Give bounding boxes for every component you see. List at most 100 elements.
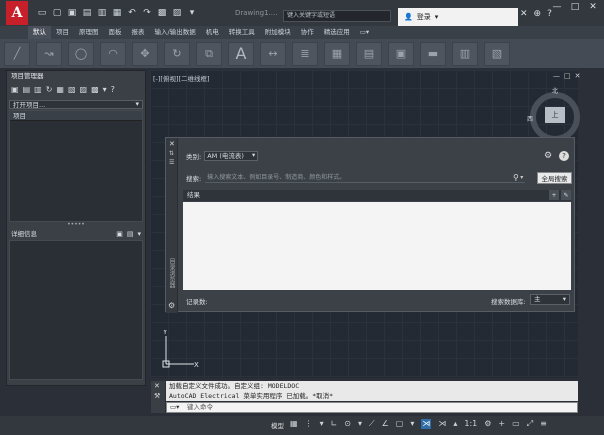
utilities-icon[interactable]: ▬ [420, 41, 446, 66]
tab-featured-apps[interactable]: 精选应用 [319, 26, 355, 39]
ortho-icon[interactable]: ∟ [331, 419, 338, 429]
tab-schematic[interactable]: 原理图 [74, 26, 104, 39]
search-icon[interactable]: ⚲ [513, 173, 519, 182]
results-grid[interactable] [183, 202, 571, 290]
viewcube-top[interactable]: 上 [545, 107, 565, 123]
command-input[interactable]: ▭▾ 键入命令 [166, 402, 578, 413]
tab-more[interactable]: ▭▾ [355, 26, 374, 39]
rotate-icon[interactable]: ↻ [164, 41, 190, 66]
properties-icon[interactable]: ☰ [169, 159, 174, 166]
print-icon[interactable]: ▦ [111, 7, 123, 19]
close-icon[interactable]: ✕ [151, 381, 165, 391]
circle-icon[interactable]: ◯ [68, 41, 94, 66]
clipboard-icon[interactable]: ▥ [452, 41, 478, 66]
search-input[interactable]: 键入关键字或短语 [283, 10, 391, 22]
chevron-down-icon[interactable]: ▾ [358, 419, 362, 429]
more-icon[interactable]: ▾ [186, 7, 198, 19]
viewport-restore-icon[interactable]: □ [564, 72, 571, 80]
save-as-icon[interactable]: ▥ [96, 7, 108, 19]
line-icon[interactable]: ╱ [4, 41, 30, 66]
tab-conversion-tools[interactable]: 转换工具 [224, 26, 260, 39]
isodraft-icon[interactable]: ⟋ [369, 419, 375, 429]
wrench-icon[interactable]: ⚒ [151, 391, 165, 401]
maximize-button[interactable]: □ [566, 0, 584, 14]
gear-icon[interactable]: ⚙ [544, 151, 552, 161]
refresh-icon[interactable]: ↻ [46, 85, 53, 94]
category-select[interactable]: AM (电流表) [204, 151, 259, 161]
annotation-visibility-icon[interactable]: ⋊ [438, 419, 446, 429]
app-logo[interactable]: A [6, 1, 28, 25]
model-tab[interactable]: 模型 [271, 420, 284, 430]
open-project-dropdown[interactable]: 打开项目... [9, 100, 143, 109]
group-icon[interactable]: ▣ [388, 41, 414, 66]
publish-icon[interactable]: ▧ [68, 85, 76, 94]
details-list-icon[interactable]: ▤ [127, 229, 134, 239]
plus-icon[interactable]: + [498, 419, 505, 429]
tab-reports[interactable]: 报表 [127, 26, 150, 39]
menu-icon[interactable]: ▭ [36, 7, 48, 19]
project-properties-icon[interactable]: ▦ [56, 85, 64, 94]
details-thumb-icon[interactable]: ▣ [116, 229, 123, 239]
grid-icon[interactable]: ▦ [290, 419, 298, 429]
open-icon[interactable]: ▣ [66, 7, 78, 19]
help-icon[interactable]: ? [559, 151, 569, 161]
isolate-icon[interactable]: ▭ [512, 419, 520, 429]
project-tree[interactable]: 项目 [9, 110, 143, 222]
new-project-icon[interactable]: ▤ [23, 85, 31, 94]
new-drawing-icon[interactable]: ▥ [34, 85, 42, 94]
properties-icon[interactable]: ▤ [356, 41, 382, 66]
snap-icon[interactable]: ⋮ [305, 419, 313, 429]
edit-icon[interactable]: ✎ [561, 190, 571, 200]
publish-icon[interactable]: ▨ [171, 7, 183, 19]
chevron-down-icon[interactable]: ▾ [137, 229, 141, 239]
scale-label[interactable]: 1:1 [464, 419, 477, 429]
viewport-close-icon[interactable]: ✕ [575, 72, 581, 80]
close-icon[interactable]: ✕ [169, 140, 175, 148]
tab-default[interactable]: 默认 [28, 26, 51, 39]
plot-icon[interactable]: ▨ [80, 85, 88, 94]
polyline-icon[interactable]: ↝ [36, 41, 62, 66]
tab-project[interactable]: 项目 [51, 26, 74, 39]
chevron-down-icon[interactable]: ▾ [103, 85, 107, 94]
tab-panel[interactable]: 面板 [104, 26, 127, 39]
add-icon[interactable]: + [549, 190, 559, 200]
catalog-search-input[interactable]: 输入搜索文本、例如目录号、制造商、颜色和样式。 [205, 173, 526, 183]
polar-icon[interactable]: ⊙ [344, 419, 351, 429]
scale-icon[interactable]: ▴ [453, 419, 457, 429]
chevron-down-icon[interactable]: ▾ [320, 419, 324, 429]
minimize-button[interactable]: — [548, 0, 566, 14]
new-icon[interactable]: ▢ [51, 7, 63, 19]
viewport-label[interactable]: [-][俯视][二维线框] [153, 73, 210, 83]
text-icon[interactable]: A [228, 41, 254, 66]
account-icon[interactable]: ⊕ [534, 9, 542, 19]
dimension-icon[interactable]: ↔ [260, 41, 286, 66]
save-icon[interactable]: ▤ [81, 7, 93, 19]
layer-icon[interactable]: ≣ [292, 41, 318, 66]
object-track-icon[interactable]: ∠ [382, 419, 389, 429]
customize-icon[interactable]: ≡ [540, 419, 547, 429]
auto-hide-icon[interactable]: ⇅ [169, 150, 174, 157]
close-button[interactable]: ✕ [584, 0, 602, 14]
view-icon[interactable]: ▧ [484, 41, 510, 66]
undo-icon[interactable]: ↶ [126, 7, 138, 19]
plot-icon[interactable]: ▩ [156, 7, 168, 19]
tab-add-ins[interactable]: 附加模块 [260, 26, 296, 39]
block-icon[interactable]: ▦ [324, 41, 350, 66]
tab-import-export[interactable]: 输入/输出数据 [150, 26, 201, 39]
tab-electromechanical[interactable]: 机电 [201, 26, 224, 39]
search-db-select[interactable]: 主 [530, 294, 570, 305]
login-button[interactable]: 👤 登录 ▾ [398, 8, 518, 26]
arc-icon[interactable]: ◠ [100, 41, 126, 66]
fullscreen-icon[interactable]: ⤢ [527, 419, 533, 429]
chevron-down-icon[interactable]: ▾ [410, 419, 414, 429]
copy-icon[interactable]: ⧉ [196, 41, 222, 66]
move-icon[interactable]: ✥ [132, 41, 158, 66]
gear-icon[interactable]: ⚙ [484, 419, 491, 429]
osnap-icon[interactable]: ▢ [396, 419, 404, 429]
viewport-minimize-icon[interactable]: — [553, 72, 560, 80]
print-icon[interactable]: ▩ [91, 85, 99, 94]
open-project-icon[interactable]: ▣ [11, 85, 19, 94]
tab-collaborate[interactable]: 协作 [296, 26, 319, 39]
global-search-button[interactable]: 全局搜索 [537, 172, 572, 184]
annotation-icon[interactable]: ⋊ [421, 419, 432, 429]
